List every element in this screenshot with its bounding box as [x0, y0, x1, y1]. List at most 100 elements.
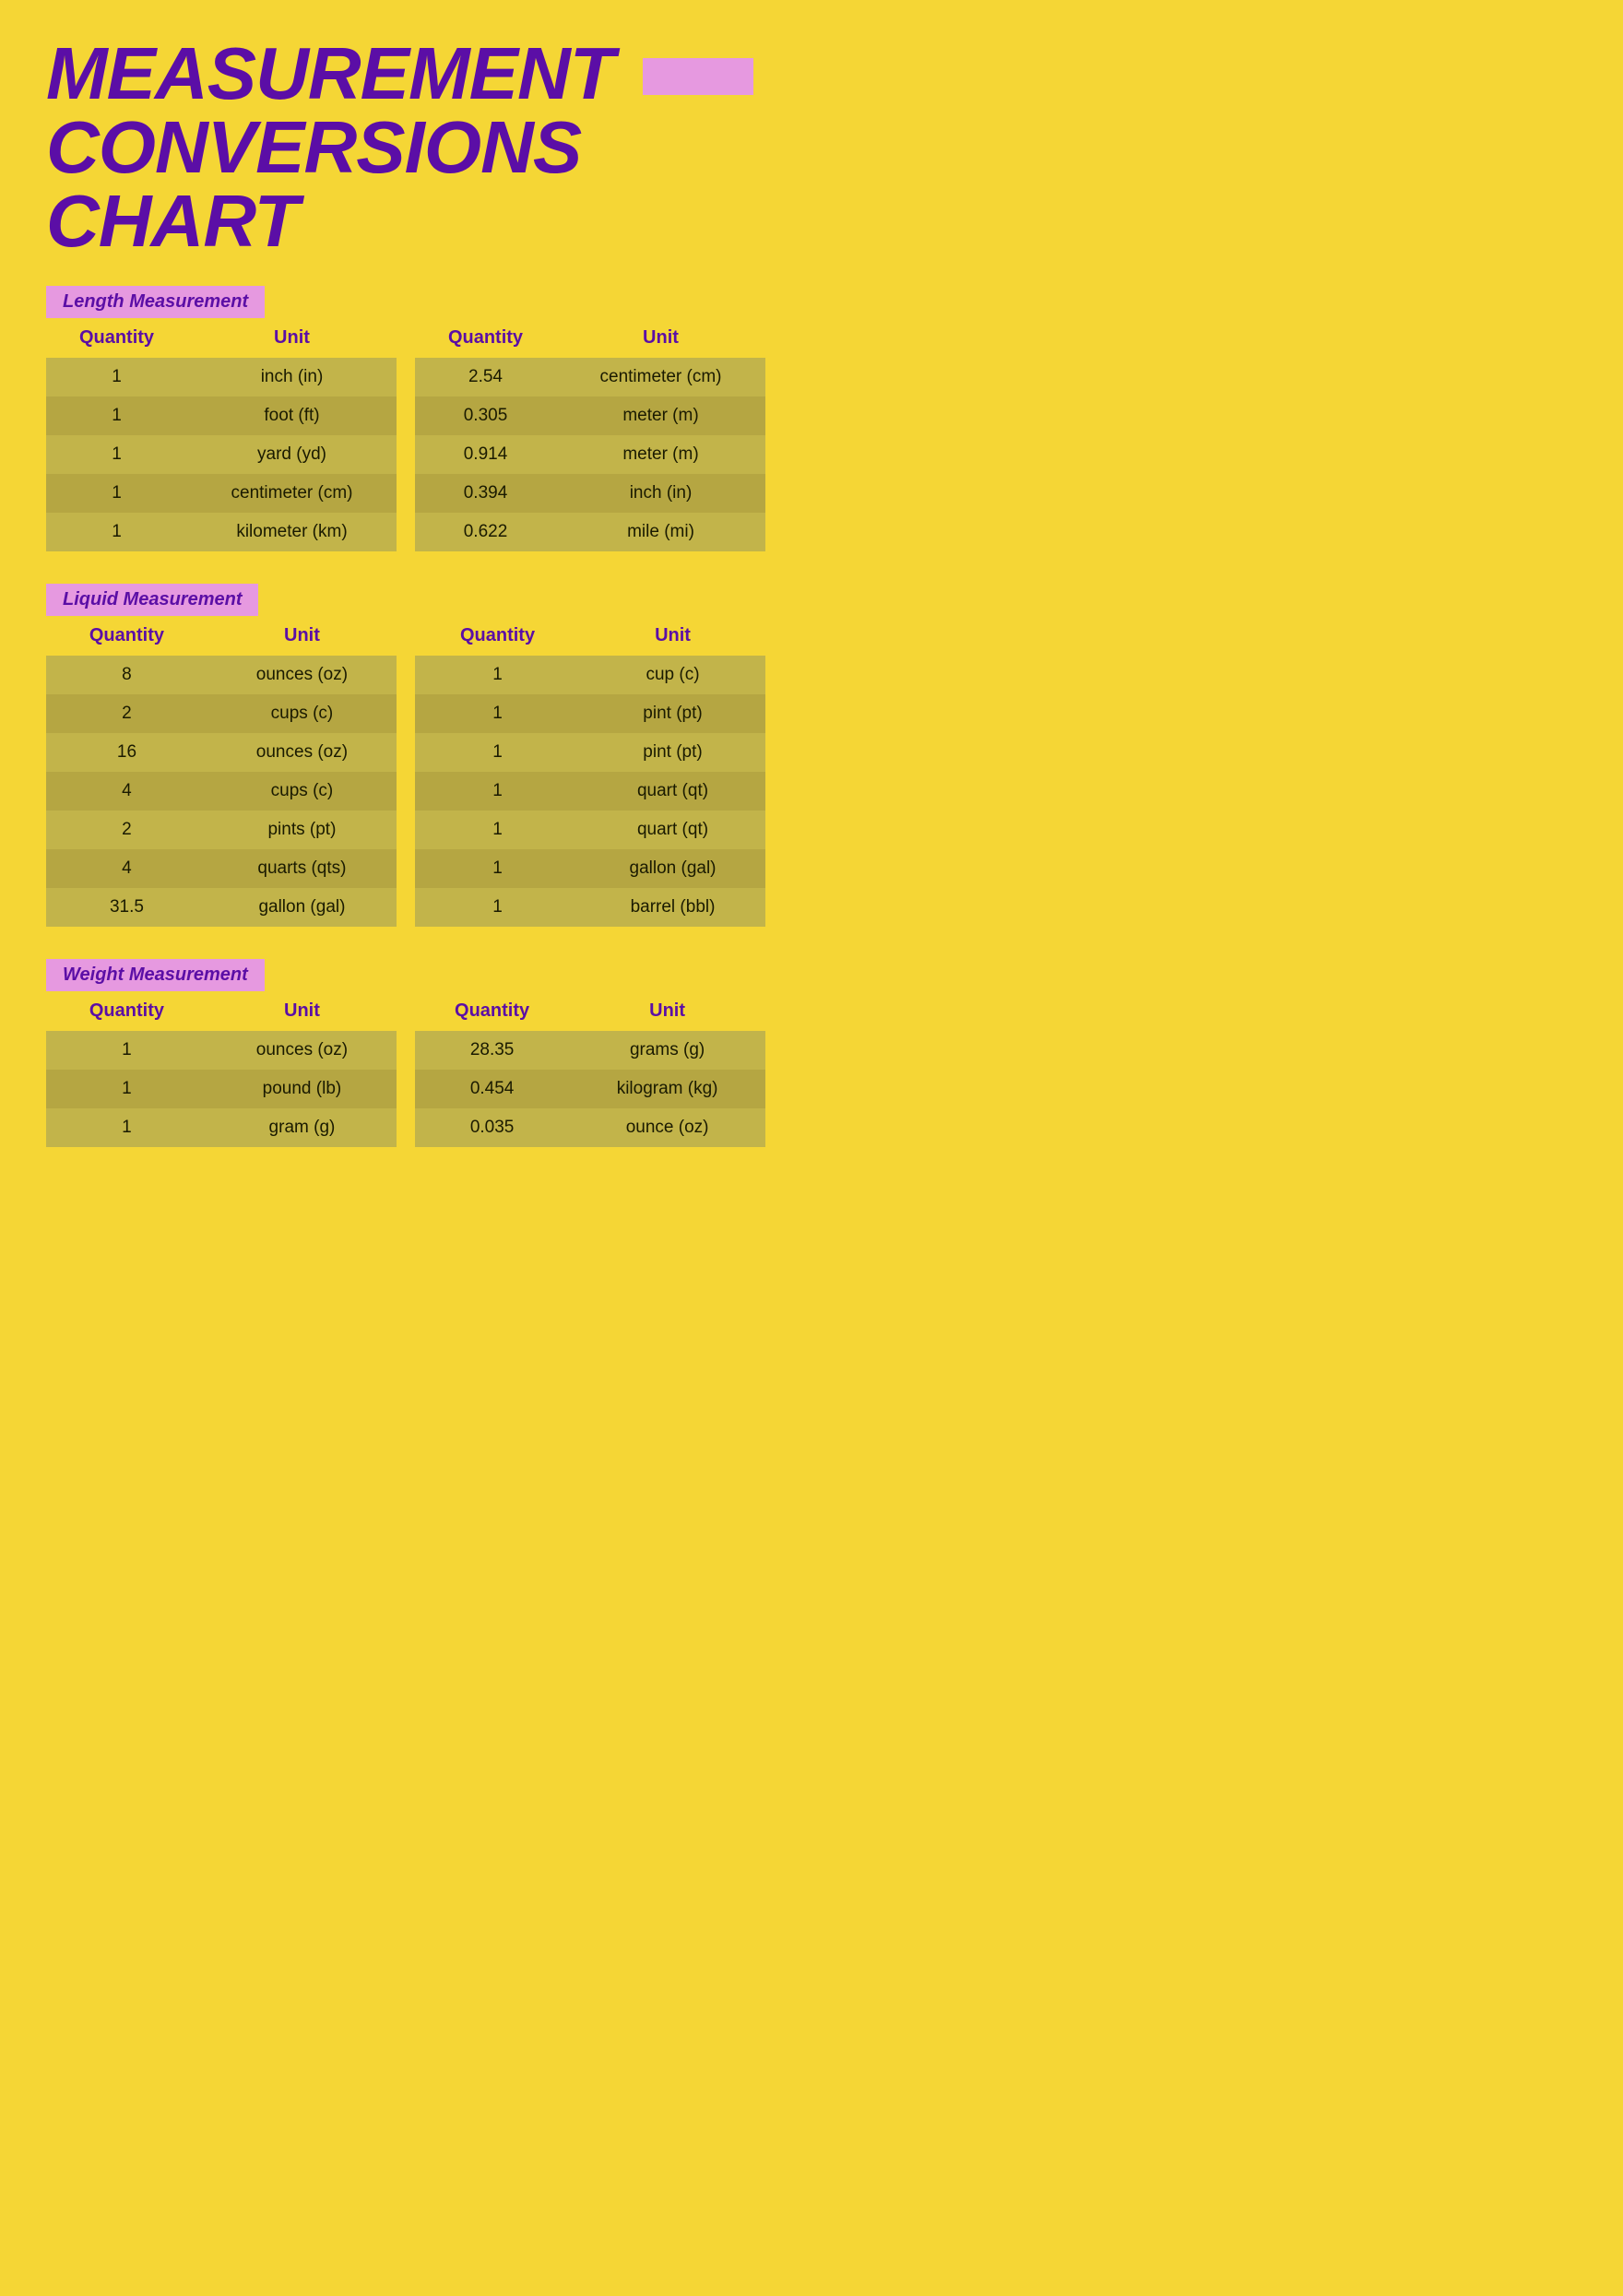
title-accent-decoration — [643, 58, 753, 95]
quantity-cell: 1 — [46, 1108, 207, 1147]
table-row: 4cups (c) — [46, 772, 397, 811]
quantity-cell: 8 — [46, 656, 207, 694]
length-right-table-container: Quantity Unit 2.54centimeter (cm)0.305me… — [415, 318, 765, 551]
quantity-cell: 1 — [415, 888, 580, 927]
table-row: 1ounces (oz) — [46, 1031, 397, 1070]
length-right-table: Quantity Unit 2.54centimeter (cm)0.305me… — [415, 318, 765, 551]
title-line1: MEASUREMENT — [46, 32, 614, 114]
weight-right-header-unit: Unit — [569, 991, 765, 1031]
unit-cell: yard (yd) — [187, 435, 397, 474]
liquid-right-table: Quantity Unit 1cup (c)1pint (pt)1pint (p… — [415, 616, 765, 927]
unit-cell: quarts (qts) — [207, 849, 397, 888]
quantity-cell: 31.5 — [46, 888, 207, 927]
table-row: 31.5gallon (gal) — [46, 888, 397, 927]
length-right-header-unit: Unit — [556, 318, 765, 358]
unit-cell: meter (m) — [556, 435, 765, 474]
quantity-cell: 0.454 — [415, 1070, 569, 1108]
length-left-table-container: Quantity Unit 1inch (in)1foot (ft)1yard … — [46, 318, 397, 551]
weight-section-label: Weight Measurement — [46, 959, 265, 991]
table-row: 1quart (qt) — [415, 772, 765, 811]
quantity-cell: 16 — [46, 733, 207, 772]
quantity-cell: 1 — [415, 811, 580, 849]
table-row: 4quarts (qts) — [46, 849, 397, 888]
quantity-cell: 1 — [415, 849, 580, 888]
table-row: 1pound (lb) — [46, 1070, 397, 1108]
liquid-section-label: Liquid Measurement — [46, 584, 258, 616]
liquid-right-header-quantity: Quantity — [415, 616, 580, 656]
quantity-cell: 4 — [46, 849, 207, 888]
main-title: MEASUREMENT CONVERSIONS CHART — [46, 37, 765, 258]
unit-cell: kilometer (km) — [187, 513, 397, 551]
unit-cell: cups (c) — [207, 772, 397, 811]
table-row: 28.35grams (g) — [415, 1031, 765, 1070]
quantity-cell: 1 — [415, 656, 580, 694]
weight-left-table-container: Quantity Unit 1ounces (oz)1pound (lb)1gr… — [46, 991, 397, 1147]
quantity-cell: 1 — [46, 435, 187, 474]
unit-cell: quart (qt) — [580, 772, 765, 811]
liquid-section: Liquid Measurement Quantity Unit 8ounces… — [46, 584, 765, 927]
length-table-wrapper: Quantity Unit 1inch (in)1foot (ft)1yard … — [46, 318, 765, 551]
quantity-cell: 0.914 — [415, 435, 556, 474]
unit-cell: ounces (oz) — [207, 733, 397, 772]
quantity-cell: 0.035 — [415, 1108, 569, 1147]
unit-cell: cup (c) — [580, 656, 765, 694]
quantity-cell: 1 — [46, 474, 187, 513]
length-right-header-quantity: Quantity — [415, 318, 556, 358]
table-row: 1gram (g) — [46, 1108, 397, 1147]
quantity-cell: 4 — [46, 772, 207, 811]
table-row: 1foot (ft) — [46, 396, 397, 435]
quantity-cell: 1 — [415, 733, 580, 772]
length-left-header-unit: Unit — [187, 318, 397, 358]
unit-cell: gram (g) — [207, 1108, 397, 1147]
table-row: 1quart (qt) — [415, 811, 765, 849]
unit-cell: inch (in) — [187, 358, 397, 396]
quantity-cell: 2 — [46, 694, 207, 733]
unit-cell: ounces (oz) — [207, 656, 397, 694]
weight-right-header-quantity: Quantity — [415, 991, 569, 1031]
quantity-cell: 1 — [46, 1070, 207, 1108]
unit-cell: foot (ft) — [187, 396, 397, 435]
table-row: 0.305meter (m) — [415, 396, 765, 435]
table-row: 2cups (c) — [46, 694, 397, 733]
table-row: 1inch (in) — [46, 358, 397, 396]
table-row: 1gallon (gal) — [415, 849, 765, 888]
liquid-table-wrapper: Quantity Unit 8ounces (oz)2cups (c)16oun… — [46, 616, 765, 927]
quantity-cell: 28.35 — [415, 1031, 569, 1070]
length-left-header-quantity: Quantity — [46, 318, 187, 358]
liquid-left-table-container: Quantity Unit 8ounces (oz)2cups (c)16oun… — [46, 616, 397, 927]
quantity-cell: 1 — [415, 772, 580, 811]
quantity-cell: 1 — [46, 513, 187, 551]
table-row: 2pints (pt) — [46, 811, 397, 849]
unit-cell: gallon (gal) — [580, 849, 765, 888]
table-row: 1cup (c) — [415, 656, 765, 694]
weight-table-wrapper: Quantity Unit 1ounces (oz)1pound (lb)1gr… — [46, 991, 765, 1147]
unit-cell: grams (g) — [569, 1031, 765, 1070]
unit-cell: mile (mi) — [556, 513, 765, 551]
unit-cell: pound (lb) — [207, 1070, 397, 1108]
weight-left-header-quantity: Quantity — [46, 991, 207, 1031]
liquid-left-header-quantity: Quantity — [46, 616, 207, 656]
unit-cell: quart (qt) — [580, 811, 765, 849]
unit-cell: barrel (bbl) — [580, 888, 765, 927]
table-row: 0.035ounce (oz) — [415, 1108, 765, 1147]
quantity-cell: 0.622 — [415, 513, 556, 551]
length-section: Length Measurement Quantity Unit 1inch (… — [46, 286, 765, 551]
table-row: 8ounces (oz) — [46, 656, 397, 694]
weight-section: Weight Measurement Quantity Unit 1ounces… — [46, 959, 765, 1147]
unit-cell: kilogram (kg) — [569, 1070, 765, 1108]
weight-right-table-container: Quantity Unit 28.35grams (g)0.454kilogra… — [415, 991, 765, 1147]
table-row: 1centimeter (cm) — [46, 474, 397, 513]
unit-cell: pint (pt) — [580, 694, 765, 733]
quantity-cell: 1 — [46, 358, 187, 396]
unit-cell: ounces (oz) — [207, 1031, 397, 1070]
table-row: 0.622mile (mi) — [415, 513, 765, 551]
weight-right-table: Quantity Unit 28.35grams (g)0.454kilogra… — [415, 991, 765, 1147]
table-row: 16ounces (oz) — [46, 733, 397, 772]
quantity-cell: 0.394 — [415, 474, 556, 513]
quantity-cell: 0.305 — [415, 396, 556, 435]
liquid-left-table: Quantity Unit 8ounces (oz)2cups (c)16oun… — [46, 616, 397, 927]
quantity-cell: 2 — [46, 811, 207, 849]
page-container: MEASUREMENT CONVERSIONS CHART Length Mea… — [46, 37, 765, 1147]
unit-cell: meter (m) — [556, 396, 765, 435]
table-row: 2.54centimeter (cm) — [415, 358, 765, 396]
